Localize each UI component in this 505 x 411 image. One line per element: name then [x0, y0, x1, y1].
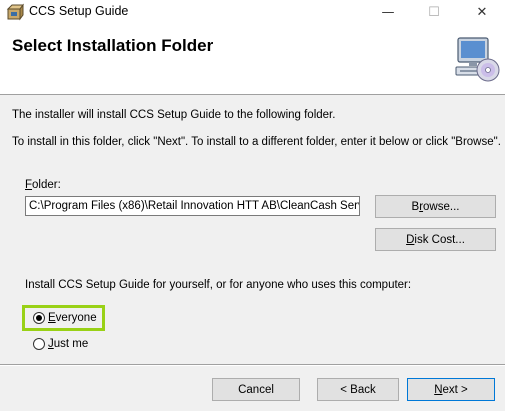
installer-box-icon: [6, 3, 24, 21]
next-label-accel: N: [434, 383, 443, 396]
radio-just-me-rest: ust me: [53, 338, 89, 350]
footer-divider: [0, 364, 505, 366]
back-button[interactable]: < Back: [317, 378, 399, 401]
maximize-button[interactable]: ☐: [411, 0, 457, 24]
radio-just-me-label: Just me: [48, 338, 88, 350]
next-button[interactable]: Next >: [407, 378, 495, 401]
browse-label-prefix: B: [411, 200, 420, 213]
minimize-button[interactable]: —: [365, 0, 411, 24]
folder-label: Folder:: [25, 179, 61, 191]
radio-everyone-rest: veryone: [55, 312, 97, 324]
radio-just-me-indicator[interactable]: [33, 338, 45, 350]
install-for-label: Install CCS Setup Guide for yourself, or…: [25, 279, 412, 291]
radio-everyone-label: Everyone: [48, 312, 97, 324]
description-line-1: The installer will install CCS Setup Gui…: [12, 109, 336, 121]
next-label-rest: ext >: [442, 383, 468, 396]
folder-path-input[interactable]: C:\Program Files (x86)\Retail Innovation…: [25, 196, 360, 216]
diskcost-label-accel: D: [406, 233, 415, 246]
folder-label-accel: F: [25, 179, 33, 191]
radio-everyone[interactable]: Everyone: [33, 312, 97, 324]
radio-everyone-accel: E: [48, 312, 56, 324]
computer-cd-icon: [455, 37, 500, 82]
disk-cost-button[interactable]: Disk Cost...: [375, 228, 496, 251]
browse-label-rest: owse...: [423, 200, 460, 213]
page-title: Select Installation Folder: [12, 36, 214, 55]
browse-button[interactable]: Br owse...: [375, 195, 496, 218]
title-bar: CCS Setup Guide — ☐ ✕: [0, 0, 505, 24]
description-line-2: To install in this folder, click "Next".…: [12, 136, 501, 148]
radio-everyone-indicator[interactable]: [33, 312, 45, 324]
diskcost-label-rest: isk Cost...: [414, 233, 465, 246]
cancel-button[interactable]: Cancel: [212, 378, 300, 401]
radio-just-me[interactable]: Just me: [33, 338, 88, 350]
close-button[interactable]: ✕: [459, 0, 505, 24]
window-title: CCS Setup Guide: [29, 4, 129, 18]
header-banner: Select Installation Folder: [0, 24, 505, 95]
folder-label-rest: older:: [32, 179, 61, 191]
